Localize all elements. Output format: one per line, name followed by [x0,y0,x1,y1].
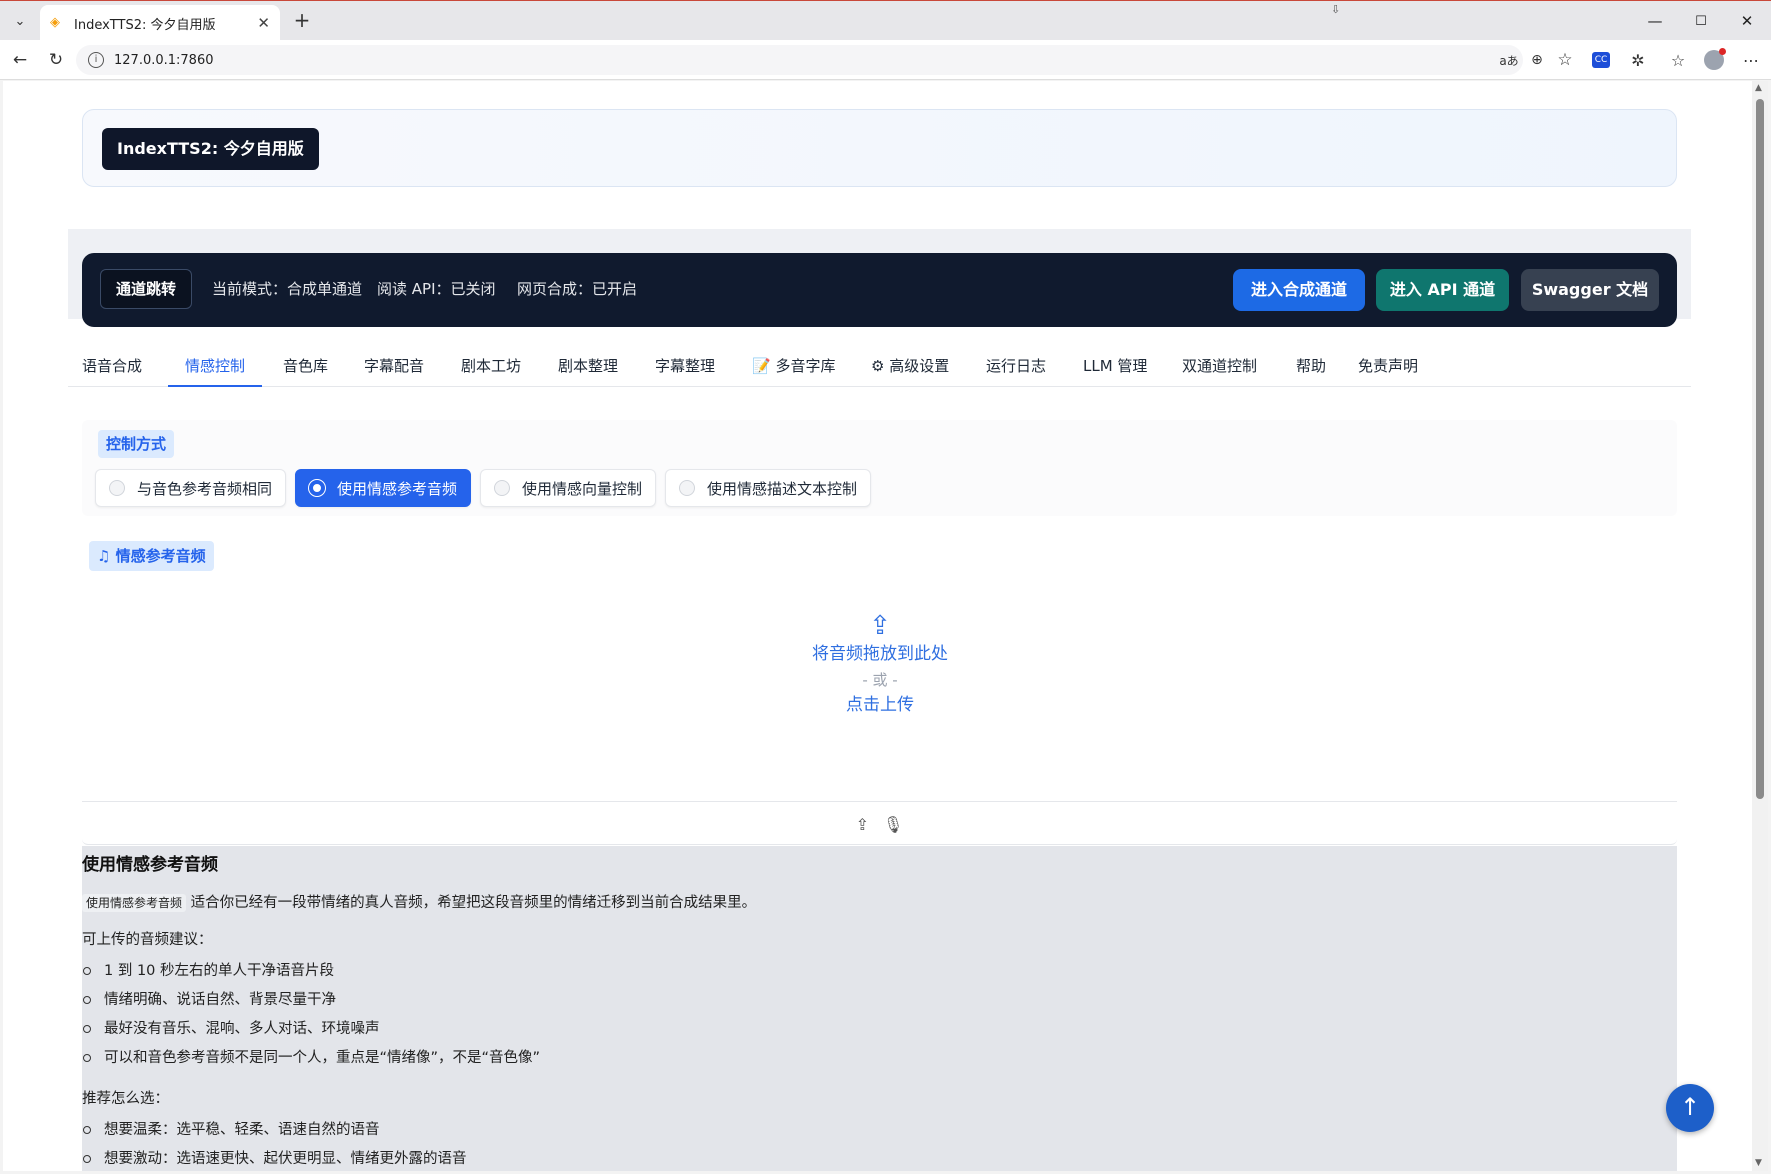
tab-emotion[interactable]: 情感控制 [168,349,263,387]
translate-icon[interactable]: aあ [1498,49,1520,71]
scroll-up-icon[interactable]: ▲ [1755,83,1762,93]
download-indicator-icon: ⇩ [1331,3,1341,16]
tab-title: IndexTTS2: 今夕自用版 [74,17,216,33]
tab-subtitle-dub[interactable]: 字幕配音 [364,349,424,387]
control-mode-title: 控制方式 [98,430,175,458]
list-item: 情绪明确、说话自然、背景尽量干净 [82,986,1677,1015]
scrollbar-thumb[interactable] [1756,99,1764,799]
main-tabs: 语音合成 情感控制 音色库 字幕配音 剧本工坊 剧本整理 字幕整理 📝 多音字库… [68,349,1691,387]
back-to-top-button[interactable]: ↑ [1666,1084,1714,1132]
audio-dropzone[interactable]: ⇪ 将音频拖放到此处 - 或 - 点击上传 [703,611,1057,719]
list-item: 可以和音色参考音频不是同一个人，重点是“情绪像”，不是“音色像” [82,1044,1677,1073]
url-text: 127.0.0.1:7860 [114,52,214,68]
tab-polyphone[interactable]: 📝 多音字库 [752,349,835,387]
address-bar[interactable]: i 127.0.0.1:7860 [76,45,1523,75]
hero-banner: IndexTTS2: 今夕自用版 [82,109,1677,187]
choose-tips-title: 推荐怎么选： [82,1091,169,1107]
favorites-list-icon[interactable]: ☆ [1667,49,1689,71]
maximize-button[interactable]: ☐ [1678,1,1724,41]
radio-emotion-vector[interactable]: 使用情感向量控制 [480,469,657,507]
tab-dual-channel[interactable]: 双通道控制 [1182,349,1257,387]
tab-tts[interactable]: 语音合成 [82,349,142,387]
status-web: 网页合成：已开启 [517,280,638,298]
upload-source-toolbar: ⇪ 🎙 [82,801,1677,846]
refresh-icon[interactable]: ↻ [44,48,68,72]
microphone-icon[interactable]: 🎙 [883,815,903,834]
browser-tab[interactable]: ◈ IndexTTS2: 今夕自用版 ✕ [40,5,280,41]
swagger-docs-button[interactable]: Swagger 文档 [1521,269,1659,311]
doc-intro-code: 使用情感参考音频 [82,894,187,912]
tab-script-organize[interactable]: 剧本整理 [558,349,618,387]
radio-emotion-audio[interactable]: 使用情感参考音频 [295,469,472,507]
radio-circle-icon [679,480,695,496]
music-note-icon: ♫ [97,547,116,565]
web-page: IndexTTS2: 今夕自用版 通道跳转 当前模式：合成单通道 阅读 API：… [3,81,1752,1171]
page-scrollbar[interactable]: ▲ ▼ [1752,81,1768,1171]
channel-jump-label: 通道跳转 [100,269,193,309]
list-item: 最好没有音乐、混响、多人对话、环境噪声 [82,1015,1677,1044]
upload-source-icon[interactable]: ⇪ [856,815,869,834]
zoom-icon[interactable]: ⊕ [1526,49,1548,71]
tab-voice-library[interactable]: 音色库 [283,349,328,387]
radio-circle-icon [494,480,510,496]
extension-cc-icon[interactable]: CC [1590,49,1612,71]
enter-api-button[interactable]: 进入 API 通道 [1376,269,1509,311]
new-tab-button[interactable]: + [290,9,314,33]
doc-intro-text: 适合你已经有一段带情绪的真人音频，希望把这段音频里的情绪迁移到当前合成结果里。 [190,895,757,911]
choose-tips-list: 想要温柔：选平稳、轻柔、语速自然的语音 想要激动：选语速更快、起伏更明显、情绪更… [82,1116,1677,1171]
address-toolbar: ← ↻ i 127.0.0.1:7860 aあ ⊕ ☆ CC ✲ ☆ ⋯ [0,40,1771,80]
site-info-icon[interactable]: i [88,52,104,68]
more-menu-icon[interactable]: ⋯ [1740,49,1762,71]
click-upload-text: 点击上传 [846,695,914,715]
radio-label: 使用情感参考音频 [337,479,458,498]
radio-same-as-voice[interactable]: 与音色参考音频相同 [95,469,287,507]
emotion-audio-title: ♫ 情感参考音频 [89,541,214,571]
close-window-button[interactable]: ✕ [1724,1,1770,41]
favorite-star-icon[interactable]: ☆ [1554,49,1576,71]
back-arrow-icon[interactable]: ← [8,48,32,72]
close-tab-icon[interactable]: ✕ [257,14,270,32]
minimize-button[interactable]: — [1632,1,1678,41]
list-item: 想要激动：选语速更快、起伏更明显、情绪更外露的语音 [82,1145,1677,1171]
radio-circle-icon [109,480,125,496]
status-mode: 当前模式：合成单通道 [212,280,363,298]
channel-bar: 通道跳转 当前模式：合成单通道 阅读 API：已关闭 网页合成：已开启 进入合成… [82,253,1677,327]
tab-subtitle-organize[interactable]: 字幕整理 [655,349,715,387]
or-text: - 或 - [862,671,898,689]
list-item: 1 到 10 秒左右的单人干净语音片段 [82,957,1677,986]
browser-tab-bar: ⌄ ◈ IndexTTS2: 今夕自用版 ✕ + ⇩ — ☐ ✕ [0,0,1771,41]
radio-label: 与音色参考音频相同 [137,479,273,498]
favicon-icon: ◈ [50,15,60,30]
doc-intro: 使用情感参考音频 适合你已经有一段带情绪的真人音频，希望把这段音频里的情绪迁移到… [82,891,1677,912]
profile-avatar-icon[interactable] [1703,48,1726,71]
help-document: 使用情感参考音频 使用情感参考音频 适合你已经有一段带情绪的真人音频，希望把这段… [82,846,1677,1171]
radio-label: 使用情感描述文本控制 [707,479,858,498]
upload-tips-title: 可上传的音频建议： [82,932,213,948]
drop-text: 将音频拖放到此处 [812,644,948,664]
tab-advanced[interactable]: ⚙ 高级设置 [871,349,949,387]
status-api: 阅读 API：已关闭 [377,280,496,298]
browser-window: ⌄ ◈ IndexTTS2: 今夕自用版 ✕ + ⇩ — ☐ ✕ ← ↻ i 1… [0,0,1771,1174]
radio-selected-icon [309,480,325,496]
enter-synth-button[interactable]: 进入合成通道 [1233,269,1365,311]
emotion-audio-title-text: 情感参考音频 [115,547,206,565]
app-title: IndexTTS2: 今夕自用版 [102,128,319,170]
tab-help[interactable]: 帮助 [1296,349,1326,387]
tab-script-workshop[interactable]: 剧本工坊 [461,349,521,387]
radio-emotion-text[interactable]: 使用情感描述文本控制 [665,469,872,507]
upload-tips-list: 1 到 10 秒左右的单人干净语音片段 情绪明确、说话自然、背景尽量干净 最好没… [82,957,1677,1073]
doc-heading: 使用情感参考音频 [82,855,218,875]
tab-disclaimer[interactable]: 免责声明 [1358,349,1418,387]
tab-llm[interactable]: LLM 管理 [1083,349,1147,387]
tab-list-chevron-icon[interactable]: ⌄ [8,9,32,33]
list-item: 想要温柔：选平稳、轻柔、语速自然的语音 [82,1116,1677,1145]
radio-label: 使用情感向量控制 [522,479,643,498]
upload-icon: ⇪ [869,611,891,641]
scroll-down-icon[interactable]: ▼ [1755,1158,1762,1168]
extensions-puzzle-icon[interactable]: ✲ [1627,49,1649,71]
tab-logs[interactable]: 运行日志 [986,349,1046,387]
